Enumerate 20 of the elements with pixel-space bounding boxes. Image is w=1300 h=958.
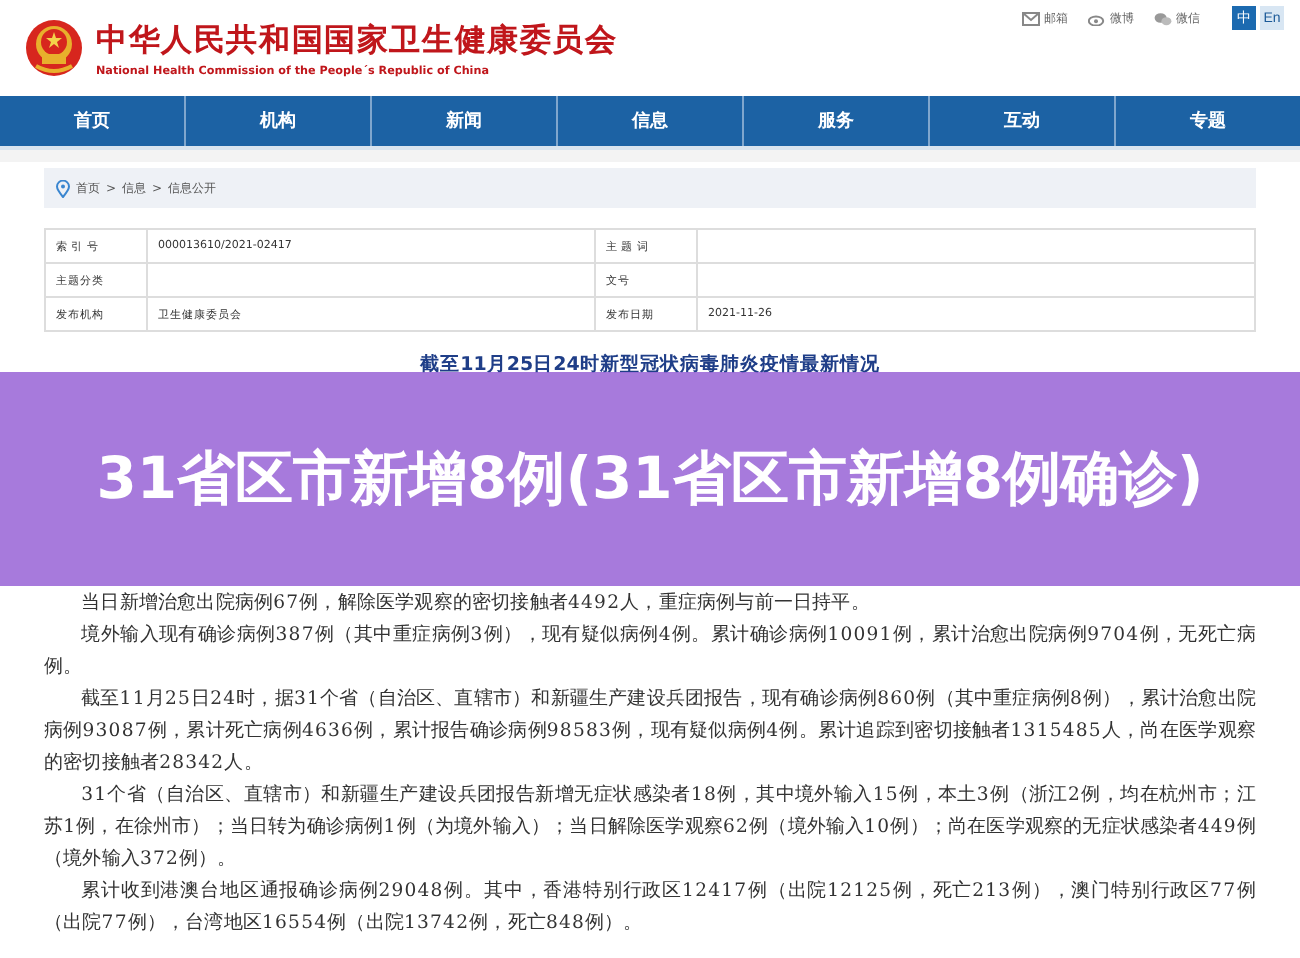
nav-item[interactable]: 信息 [556, 96, 742, 146]
nav-item[interactable]: 机构 [184, 96, 370, 146]
nav-item[interactable]: 新闻 [370, 96, 556, 146]
location-pin-icon [56, 179, 70, 197]
article-paragraph: 累计收到港澳台地区通报确诊病例29048例。其中，香港特别行政区12417例（出院12125例，死亡213例），澳门特别行政区77例（出院77例），台湾地区16554例（出院13742例，死亡848例）。 [44, 878, 1256, 938]
article-paragraph: 境外输入现有确诊病例387例（其中重症病例3例），现有疑似病例4例。累计确诊病例10091例，累计治愈出院病例9704例，无死亡病例。 [44, 622, 1256, 682]
nav-item[interactable]: 服务 [742, 96, 928, 146]
article-heading: 截至11月25日24时新型冠状病毒肺炎疫情最新情况 [418, 352, 882, 378]
emblem-icon [24, 18, 84, 78]
nav-item[interactable]: 首页 [0, 96, 184, 146]
banner-title: 31省区市新增8例(31省区市新增8例确诊) [94, 442, 1206, 516]
article-paragraph: 截至11月25日24时，据31个省（自治区、直辖市）和新疆生产建设兵团报告，现有确诊病例860例（其中重症病例8例），累计治愈出院病例93087例，累计死亡病例4636例，累计报告确诊病例98583例，现有疑似病例4例。累计追踪到密切接触者1315485人，尚在医学观察的密切接触者28342人。 [44, 686, 1256, 778]
site-title: 中华人民共和国国家卫生健康委员会 [96, 19, 620, 61]
chat-bubbles-icon [1154, 11, 1172, 25]
nav-item[interactable]: 互动 [928, 96, 1114, 146]
eye-icon [1088, 11, 1106, 25]
article-paragraph: 31个省（自治区、直辖市）和新疆生产建设兵团报告新增无症状感染者18例，其中境外输入15例，本土3例（浙江2例，均在杭州市；江苏1例，在徐州市）；当日转为确诊病例1例（为境外输入）；当日解除医学观察62例（境外输入10例）；尚在医学观察的无症状感染者449例（境外输入372例）。 [44, 782, 1256, 874]
article-paragraph: 当日新增治愈出院病例67例，解除医学观察的密切接触者4492人，重症病例与前一日持平。 [79, 590, 872, 618]
envelope-icon [1022, 11, 1040, 25]
nav-item[interactable]: 专题 [1114, 96, 1300, 146]
